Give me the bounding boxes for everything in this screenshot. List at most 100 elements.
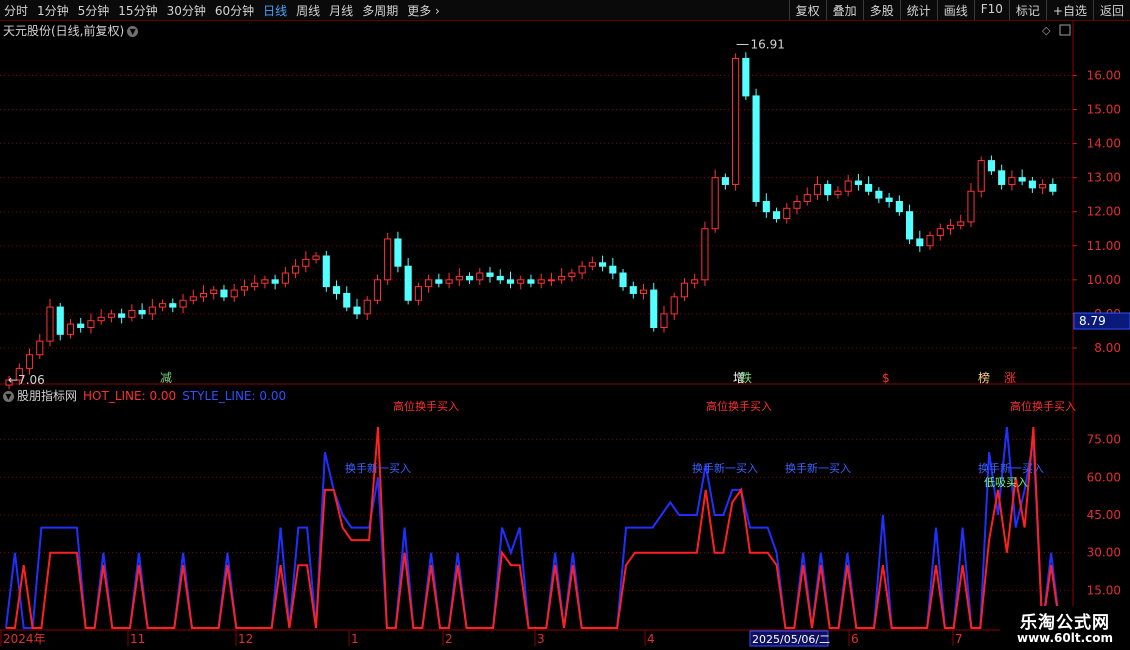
candle-body xyxy=(465,275,474,281)
candle-body xyxy=(107,313,115,318)
signal-label: 高位换手买入 xyxy=(706,399,772,413)
candle-body xyxy=(732,57,740,185)
candle-body xyxy=(998,170,1006,185)
candle-body xyxy=(721,177,729,185)
indicator-tick-label: 30.00 xyxy=(1087,546,1121,560)
candle-body xyxy=(1039,183,1047,189)
candle-body xyxy=(906,211,914,240)
price-tick-label: 14.00 xyxy=(1087,137,1121,151)
candle-body xyxy=(772,211,781,220)
candle-body xyxy=(251,282,259,288)
candle-body xyxy=(66,323,75,335)
candle-body xyxy=(711,177,719,230)
low-price-label: ←7.06 xyxy=(8,373,45,387)
date-label: 12 xyxy=(238,632,253,646)
candle-body xyxy=(691,279,699,284)
date-label: 1 xyxy=(351,632,359,646)
candle-body xyxy=(670,296,678,315)
price-tick-label: 16.00 xyxy=(1087,68,1121,82)
candle-body xyxy=(537,279,545,284)
candle-body xyxy=(46,306,54,342)
candle-body xyxy=(936,228,944,237)
hot-line-series xyxy=(6,427,1061,629)
candle-body xyxy=(588,262,596,267)
candle-body xyxy=(87,320,95,329)
candle-body xyxy=(527,279,535,284)
price-tick-label: 11.00 xyxy=(1087,239,1121,253)
candle-body xyxy=(353,306,361,315)
candle-body xyxy=(56,306,64,335)
candle-body xyxy=(742,57,750,97)
candle-body xyxy=(425,279,433,288)
signal-label: 换手新一买入 xyxy=(692,461,758,475)
candle-body xyxy=(967,190,975,223)
signal-label: 换手新一买入 xyxy=(978,461,1044,475)
candle-body xyxy=(220,289,228,298)
candle-body xyxy=(803,194,811,202)
price-tick-label: 13.00 xyxy=(1087,171,1121,185)
candle-body xyxy=(158,303,167,308)
candle-body xyxy=(404,265,412,301)
candle-body xyxy=(517,279,525,284)
candle-body xyxy=(373,279,382,301)
candle-body xyxy=(783,207,791,220)
signal-label: 换手新一买入 xyxy=(345,461,411,475)
watermark-url: www.60lt.com xyxy=(1016,631,1114,645)
price-tick-label: 10.00 xyxy=(1087,273,1121,287)
candle-body xyxy=(701,228,709,281)
candle-body xyxy=(609,265,617,274)
candle-body xyxy=(384,238,392,281)
candle-body xyxy=(97,316,105,322)
candle-body xyxy=(312,255,320,260)
hot-line-value: HOT_LINE: 0.00 xyxy=(83,389,177,403)
candle-body xyxy=(977,160,985,192)
candle-body xyxy=(445,279,453,284)
candle-body xyxy=(639,289,648,294)
candle-body xyxy=(189,296,197,301)
style-line-value: STYLE_LINE: 0.00 xyxy=(182,389,287,403)
candle-body xyxy=(292,265,300,274)
candle-body xyxy=(240,286,248,291)
date-label: 11 xyxy=(130,632,145,646)
candle-body xyxy=(435,279,443,284)
candle-body xyxy=(629,286,637,294)
candle-body xyxy=(302,258,310,267)
candle-body xyxy=(885,197,893,202)
candle-body xyxy=(813,183,822,196)
event-marker: 跌 xyxy=(740,370,752,385)
candle-body xyxy=(547,279,555,282)
date-label: 6 xyxy=(851,632,859,646)
panel-toggle-icon xyxy=(1059,24,1071,36)
date-label: 2 xyxy=(445,632,453,646)
candle-body xyxy=(486,272,494,277)
event-marker: 减 xyxy=(160,371,172,385)
cursor-date-label: 2025/05/06/二 xyxy=(752,633,830,646)
candle-body xyxy=(926,235,934,247)
candle-body xyxy=(946,224,955,230)
candle-body xyxy=(506,279,515,284)
current-price-label: 8.79 xyxy=(1079,314,1106,328)
candle-body xyxy=(169,303,177,308)
candle-body xyxy=(875,190,883,199)
candle-body xyxy=(281,272,289,284)
candle-body xyxy=(568,272,576,277)
main-chart[interactable]: 16.0015.0014.0013.0012.0011.0010.009.008… xyxy=(0,0,1130,650)
candle-body xyxy=(578,265,586,274)
candle-body xyxy=(394,238,402,267)
candle-body xyxy=(599,262,607,267)
price-tick-label: 8.00 xyxy=(1094,341,1121,355)
signal-label: 高位换手买入 xyxy=(1010,399,1076,413)
candle-body xyxy=(271,279,279,284)
indicator-tick-label: 15.00 xyxy=(1087,583,1121,597)
candle-body xyxy=(558,275,566,281)
candle-body xyxy=(476,272,484,281)
candle-body xyxy=(844,180,852,192)
candle-body xyxy=(793,200,801,209)
price-tick-label: 15.00 xyxy=(1087,103,1121,117)
candle-body xyxy=(1049,183,1057,192)
style-line-series xyxy=(5,426,1061,629)
indicator-menu-icon[interactable]: ▼ xyxy=(3,391,14,402)
candle-body xyxy=(854,180,862,185)
event-marker: 涨 xyxy=(1004,370,1016,385)
candle-body xyxy=(230,289,238,298)
